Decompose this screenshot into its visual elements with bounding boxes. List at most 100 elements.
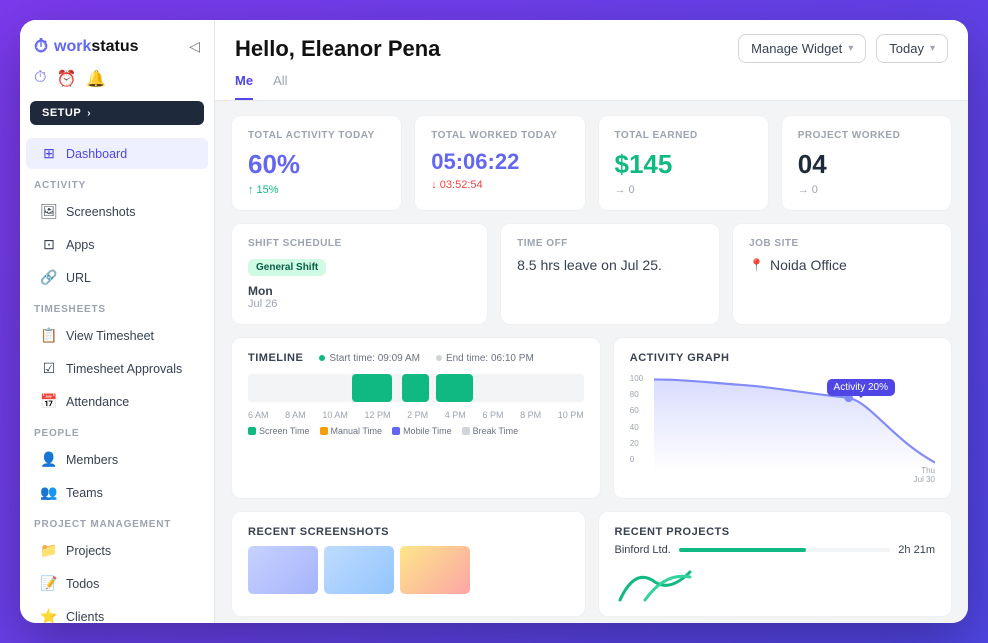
thumb-inner-3 <box>400 546 470 594</box>
sidebar-item-members[interactable]: 👤 Members <box>26 444 208 475</box>
stat-total-activity: TOTAL ACTIVITY TODAY 60% ↑ 15% <box>231 115 402 211</box>
activity-header: ACTIVITY GRAPH <box>630 352 935 364</box>
project-time: 2h 21m <box>898 544 935 556</box>
time-off-label: TIME OFF <box>517 238 703 249</box>
setup-chevron-icon: › <box>87 108 91 119</box>
timeline-header: TIMELINE Start time: 09:09 AM End time: … <box>248 352 584 364</box>
recent-projects-title: RECENT PROJECTS <box>615 526 936 538</box>
setup-button[interactable]: SETUP › <box>30 101 204 125</box>
screen-time-dot <box>248 427 256 435</box>
stat-value: 05:06:22 <box>431 149 568 175</box>
legend-break-time: Break Time <box>462 426 519 436</box>
start-time-info: Start time: 09:09 AM <box>319 353 420 364</box>
time-off-value: 8.5 hrs leave on Jul 25. <box>517 257 703 273</box>
teams-icon: 👥 <box>40 484 58 501</box>
notification-icon[interactable]: 🔔 <box>86 69 106 89</box>
legend-manual-time: Manual Time <box>320 426 383 436</box>
stat-value: 04 <box>798 149 935 180</box>
url-icon: 🔗 <box>40 269 58 286</box>
sidebar-item-screenshots[interactable]: 🖼 Screenshots <box>26 196 208 227</box>
screenshot-thumb-1 <box>248 546 318 594</box>
activity-graph-area: 100 80 60 40 20 0 <box>630 374 935 484</box>
sidebar-item-label: View Timesheet <box>66 329 154 343</box>
project-bar <box>679 548 806 552</box>
sidebar-item-label: Apps <box>66 238 95 252</box>
apps-icon: ⊡ <box>40 236 58 253</box>
sidebar-item-attendance[interactable]: 📅 Attendance <box>26 386 208 417</box>
shift-badge: General Shift <box>248 259 326 276</box>
tab-all[interactable]: All <box>273 73 287 100</box>
sidebar-item-url[interactable]: 🔗 URL <box>26 262 208 293</box>
project-arc-area <box>615 562 936 602</box>
recent-projects-card: RECENT PROJECTS Binford Ltd. 2h 21m <box>598 511 953 617</box>
project-item-1: Binford Ltd. 2h 21m <box>615 544 936 556</box>
pin-icon: 📍 <box>749 258 764 272</box>
section-people: PEOPLE <box>20 418 214 443</box>
legend-mobile-time: Mobile Time <box>392 426 452 436</box>
job-site-label: JOB SITE <box>749 238 935 249</box>
sidebar-item-dashboard[interactable]: ⊞ Dashboard <box>26 138 208 169</box>
job-site-card: JOB SITE 📍 Noida Office <box>732 223 952 325</box>
stat-total-earned: TOTAL EARNED $145 → 0 <box>598 115 769 211</box>
sidebar-item-label: Clients <box>66 610 104 624</box>
sidebar-item-label: Attendance <box>66 395 129 409</box>
shift-date: Jul 26 <box>248 298 471 310</box>
sidebar-item-teams[interactable]: 👥 Teams <box>26 477 208 508</box>
screenshots-card: RECENT SCREENSHOTS <box>231 511 586 617</box>
stat-value: 60% <box>248 149 385 180</box>
manage-widget-button[interactable]: Manage Widget ▾ <box>738 34 866 63</box>
sidebar-logo-area: ⏱ workstatus ◁ <box>20 20 214 69</box>
activity-title: ACTIVITY GRAPH <box>630 352 730 364</box>
clients-icon: ⭐ <box>40 608 58 623</box>
timeline-track <box>248 374 584 402</box>
sidebar-item-label: Members <box>66 453 118 467</box>
main-body: TOTAL ACTIVITY TODAY 60% ↑ 15% TOTAL WOR… <box>215 101 968 623</box>
logo-work: workstatus <box>54 38 138 56</box>
sidebar-item-label: Dashboard <box>66 147 127 161</box>
screen-time-label: Screen Time <box>259 426 310 436</box>
header-top: Hello, Eleanor Pena Manage Widget ▾ Toda… <box>235 34 948 63</box>
graph-y-labels: 100 80 60 40 20 0 <box>630 374 643 464</box>
shift-day: Mon <box>248 284 471 298</box>
collapse-icon[interactable]: ◁ <box>189 38 200 55</box>
section-timesheets: TIMESHEETS <box>20 294 214 319</box>
setup-label: SETUP <box>42 107 81 119</box>
third-row: TIMELINE Start time: 09:09 AM End time: … <box>231 337 952 499</box>
history-icon[interactable]: ⏰ <box>56 69 76 89</box>
sidebar-item-clients[interactable]: ⭐ Clients <box>26 601 208 623</box>
screenshot-thumb-2 <box>324 546 394 594</box>
manage-widget-chevron: ▾ <box>848 43 853 54</box>
sidebar-item-projects[interactable]: 📁 Projects <box>26 535 208 566</box>
stat-value: $145 <box>615 149 752 180</box>
screenshots-thumbs <box>248 546 569 594</box>
todos-icon: 📝 <box>40 575 58 592</box>
section-activity: ACTIVITY <box>20 170 214 195</box>
sidebar: ⏱ workstatus ◁ ⏱ ⏰ 🔔 SETUP › ⊞ Dashboard… <box>20 20 215 623</box>
sidebar-item-timesheet-approvals[interactable]: ☑ Timesheet Approvals <box>26 353 208 384</box>
activity-card: ACTIVITY GRAPH 100 80 60 40 20 0 <box>613 337 952 499</box>
break-time-label: Break Time <box>473 426 519 436</box>
clock-icon[interactable]: ⏱ <box>34 69 46 89</box>
mobile-time-label: Mobile Time <box>403 426 452 436</box>
tab-me[interactable]: Me <box>235 73 253 100</box>
project-bar-container <box>679 548 891 552</box>
projects-icon: 📁 <box>40 542 58 559</box>
sidebar-item-todos[interactable]: 📝 Todos <box>26 568 208 599</box>
job-site-name: Noida Office <box>770 257 847 273</box>
graph-x-labels: ThuJul 30 <box>654 466 935 484</box>
today-button[interactable]: Today ▾ <box>876 34 948 63</box>
manage-widget-label: Manage Widget <box>751 41 842 56</box>
attendance-icon: 📅 <box>40 393 58 410</box>
main-tabs: Me All <box>235 73 948 100</box>
main-header: Hello, Eleanor Pena Manage Widget ▾ Toda… <box>215 20 968 101</box>
logo: ⏱ workstatus <box>34 36 139 57</box>
stat-total-worked: TOTAL WORKED TODAY 05:06:22 ↓ 03:52:54 <box>414 115 585 211</box>
sidebar-item-view-timesheet[interactable]: 📋 View Timesheet <box>26 320 208 351</box>
end-dot <box>436 355 442 361</box>
header-actions: Manage Widget ▾ Today ▾ <box>738 34 948 63</box>
dashboard-icon: ⊞ <box>40 145 58 162</box>
sidebar-item-apps[interactable]: ⊡ Apps <box>26 229 208 260</box>
stat-label: TOTAL EARNED <box>615 130 752 141</box>
stat-sub: ↑ 15% <box>248 184 385 196</box>
today-label: Today <box>889 41 924 56</box>
